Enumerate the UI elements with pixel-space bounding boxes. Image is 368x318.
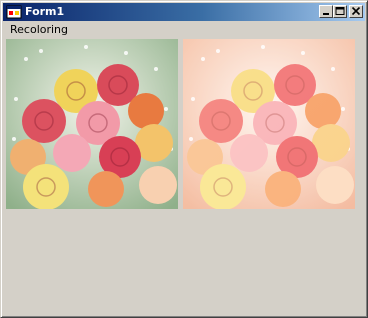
menu-item-recoloring[interactable]: Recoloring bbox=[8, 23, 70, 37]
window-title: Form1 bbox=[25, 5, 65, 18]
maximize-button[interactable] bbox=[333, 5, 347, 18]
minimize-icon bbox=[323, 13, 329, 15]
recolor-overlay bbox=[183, 39, 355, 209]
maximize-icon bbox=[335, 7, 345, 15]
menu-bar: Recoloring bbox=[3, 21, 365, 38]
main-window: Form1 Recoloring bbox=[0, 0, 368, 318]
close-icon bbox=[351, 7, 361, 16]
recolored-picture bbox=[183, 39, 355, 209]
original-picture bbox=[6, 39, 178, 209]
close-button[interactable] bbox=[349, 5, 363, 18]
form-app-icon[interactable] bbox=[6, 4, 22, 20]
minimize-button[interactable] bbox=[319, 5, 333, 18]
title-bar[interactable]: Form1 bbox=[3, 3, 365, 21]
roses-bouquet-image bbox=[6, 39, 178, 209]
